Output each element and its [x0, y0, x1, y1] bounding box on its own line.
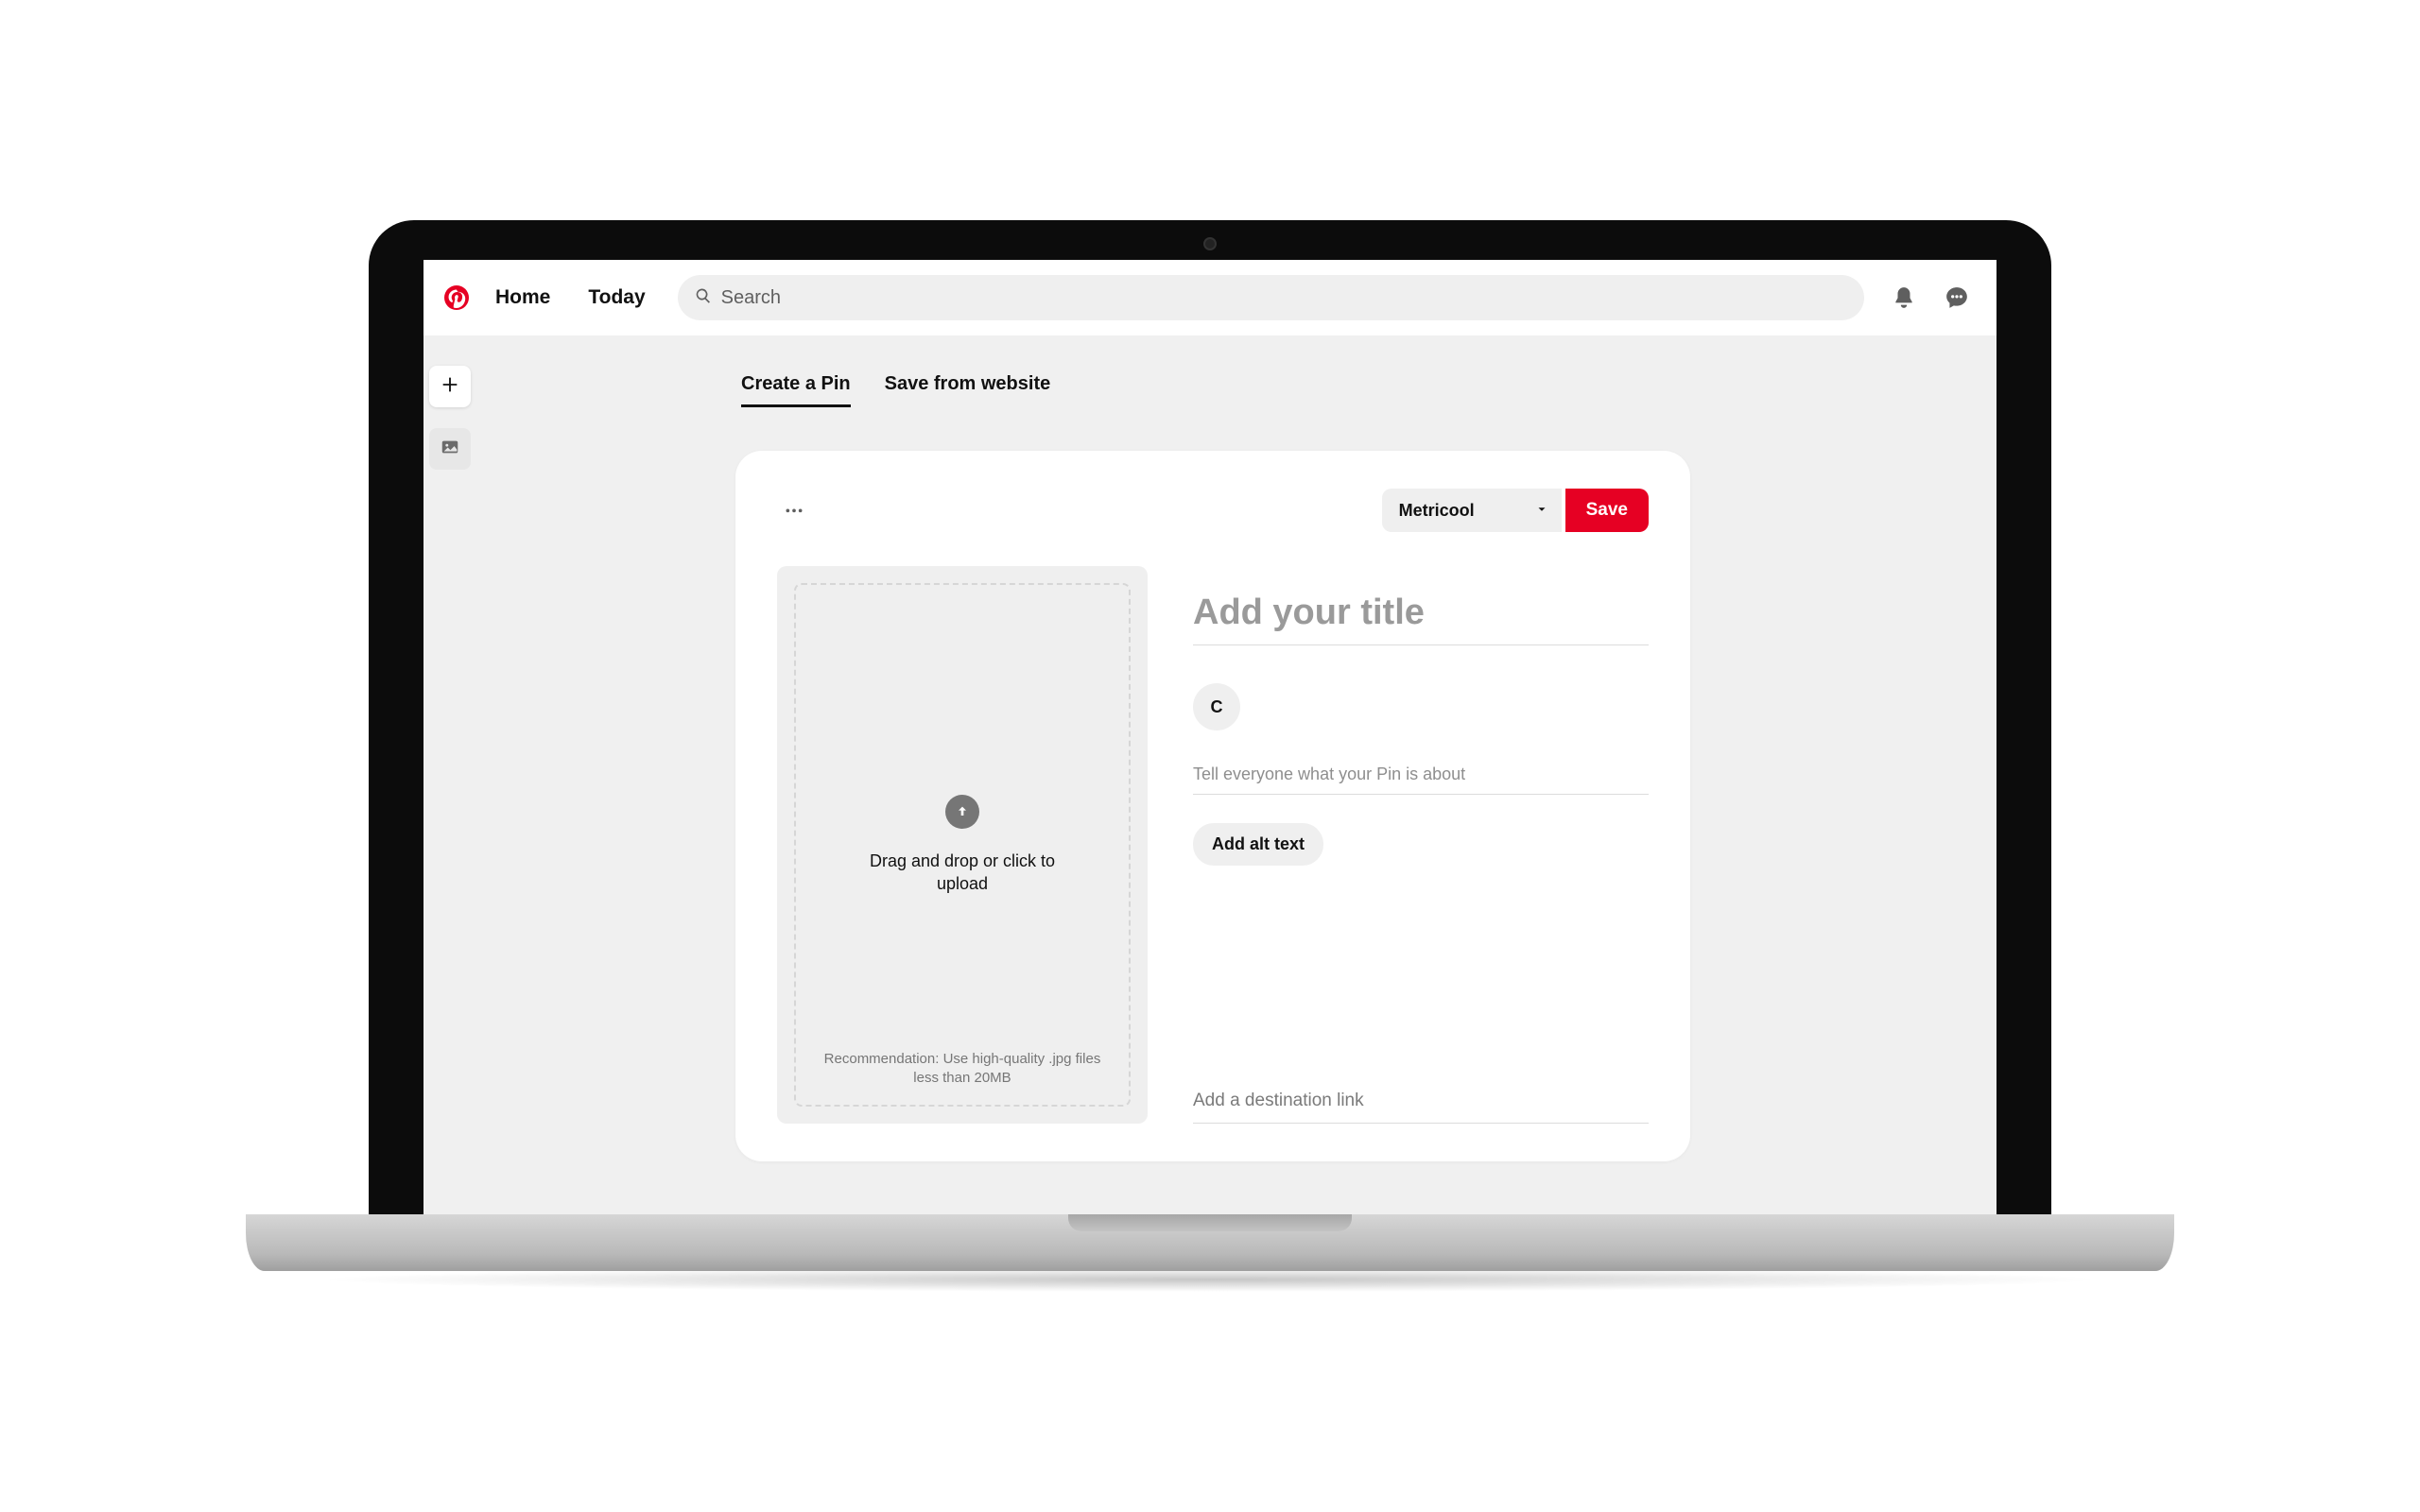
builder-tabs: Create a Pin Save from website	[735, 373, 1690, 407]
more-options-button[interactable]	[777, 493, 811, 527]
tab-create-pin[interactable]: Create a Pin	[741, 373, 851, 407]
search-icon	[695, 287, 712, 309]
pin-form: C Add alt text	[1193, 566, 1649, 1124]
nav-today[interactable]: Today	[575, 277, 658, 318]
ellipsis-icon	[785, 502, 804, 519]
laptop-base	[246, 1214, 2174, 1271]
screen: Home Today	[424, 260, 1996, 1214]
media-rail-button[interactable]	[429, 428, 471, 470]
card-toolbar: Metricool Save	[777, 489, 1649, 532]
center-column: Create a Pin Save from website	[735, 335, 1690, 1161]
laptop-mockup: Home Today	[246, 220, 2174, 1292]
pinterest-logo-icon[interactable]	[442, 284, 471, 312]
dropzone-recommendation: Recommendation: Use high-quality .jpg fi…	[815, 1050, 1110, 1089]
avatar[interactable]: C	[1193, 683, 1240, 730]
app-body: Create a Pin Save from website	[424, 335, 1996, 1214]
board-select-label: Metricool	[1399, 501, 1475, 521]
nav-home[interactable]: Home	[482, 277, 563, 318]
pin-builder-card: Metricool Save	[735, 451, 1690, 1161]
tab-save-from-website[interactable]: Save from website	[885, 373, 1051, 407]
upload-icon	[945, 795, 979, 829]
description-input[interactable]	[1193, 759, 1649, 795]
destination-link-input[interactable]	[1193, 1083, 1649, 1124]
search-bar[interactable]	[678, 275, 1864, 320]
add-alt-text-button[interactable]: Add alt text	[1193, 823, 1323, 866]
search-input[interactable]	[721, 287, 1847, 309]
top-navbar: Home Today	[424, 260, 1996, 335]
notifications-icon[interactable]	[1883, 277, 1925, 318]
board-select[interactable]: Metricool	[1382, 489, 1562, 532]
card-body: Drag and drop or click to upload Recomme…	[777, 566, 1649, 1124]
upload-dropzone[interactable]: Drag and drop or click to upload Recomme…	[777, 566, 1148, 1124]
dropzone-text: Drag and drop or click to upload	[858, 850, 1066, 896]
plus-icon	[440, 374, 460, 400]
chevron-down-icon	[1535, 501, 1548, 521]
author-row: C	[1193, 683, 1649, 730]
image-icon	[440, 437, 460, 462]
add-pin-button[interactable]	[429, 366, 471, 407]
left-rail	[424, 366, 471, 470]
dropzone-inner: Drag and drop or click to upload Recomme…	[794, 583, 1131, 1107]
messages-icon[interactable]	[1936, 277, 1978, 318]
laptop-bezel: Home Today	[369, 220, 2051, 1214]
laptop-camera	[1203, 237, 1217, 250]
save-button[interactable]: Save	[1565, 489, 1649, 532]
title-input[interactable]	[1193, 587, 1649, 645]
pinterest-app: Home Today	[424, 260, 1996, 1214]
